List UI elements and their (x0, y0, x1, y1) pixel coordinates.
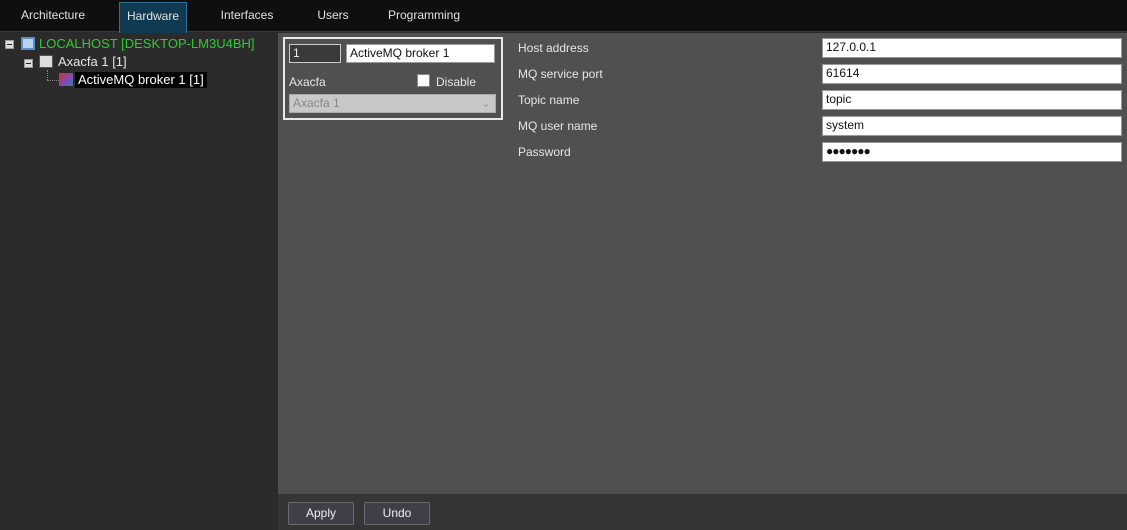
host-address-label: Host address (518, 41, 589, 55)
topic-input[interactable]: topic (822, 90, 1122, 110)
undo-button[interactable]: Undo (364, 502, 430, 525)
object-name-field[interactable]: ActiveMQ broker 1 (346, 44, 495, 63)
tab-hardware[interactable]: Hardware (119, 2, 187, 33)
hardware-tree: LOCALHOST [DESKTOP-LM3U4BH] Axacfa 1 [1]… (0, 33, 278, 530)
activemq-icon (59, 73, 73, 86)
tab-programming[interactable]: Programming (384, 2, 464, 33)
disable-checkbox[interactable] (417, 74, 430, 87)
username-label: MQ user name (518, 119, 598, 133)
host-address-input[interactable]: 127.0.0.1 (822, 38, 1122, 58)
collapse-icon[interactable] (24, 59, 33, 68)
username-input[interactable]: system (822, 116, 1122, 136)
parent-label: Axacfa (289, 75, 326, 89)
port-label: MQ service port (518, 67, 603, 81)
password-label: Password (518, 145, 571, 159)
port-input[interactable]: 61614 (822, 64, 1122, 84)
device-icon (39, 55, 53, 68)
disable-label: Disable (436, 75, 477, 89)
tab-interfaces[interactable]: Interfaces (212, 2, 282, 33)
apply-button[interactable]: Apply (288, 502, 354, 525)
object-id-field[interactable]: 1 (289, 44, 341, 63)
computer-icon (21, 37, 35, 50)
object-box: 1 ActiveMQ broker 1 Axacfa Disable Axacf… (283, 37, 503, 120)
tree-node-localhost[interactable]: LOCALHOST [DESKTOP-LM3U4BH] (39, 36, 255, 52)
parent-select[interactable]: Axacfa 1 ⌄ (289, 94, 496, 113)
tree-node-axacfa[interactable]: Axacfa 1 [1] (58, 54, 127, 70)
tree-node-activemq-broker[interactable]: ActiveMQ broker 1 [1] (75, 72, 207, 88)
password-input[interactable]: ●●●●●●● (822, 142, 1122, 162)
tab-bar: Architecture Hardware Interfaces Users P… (0, 0, 1127, 33)
action-bar: Apply Undo (278, 494, 1127, 530)
collapse-icon[interactable] (5, 40, 14, 49)
topic-label: Topic name (518, 93, 580, 107)
settings-panel: 1 ActiveMQ broker 1 Axacfa Disable Axacf… (278, 33, 1127, 494)
chevron-down-icon: ⌄ (480, 96, 491, 110)
tab-users[interactable]: Users (308, 2, 358, 33)
tab-architecture[interactable]: Architecture (8, 2, 98, 33)
